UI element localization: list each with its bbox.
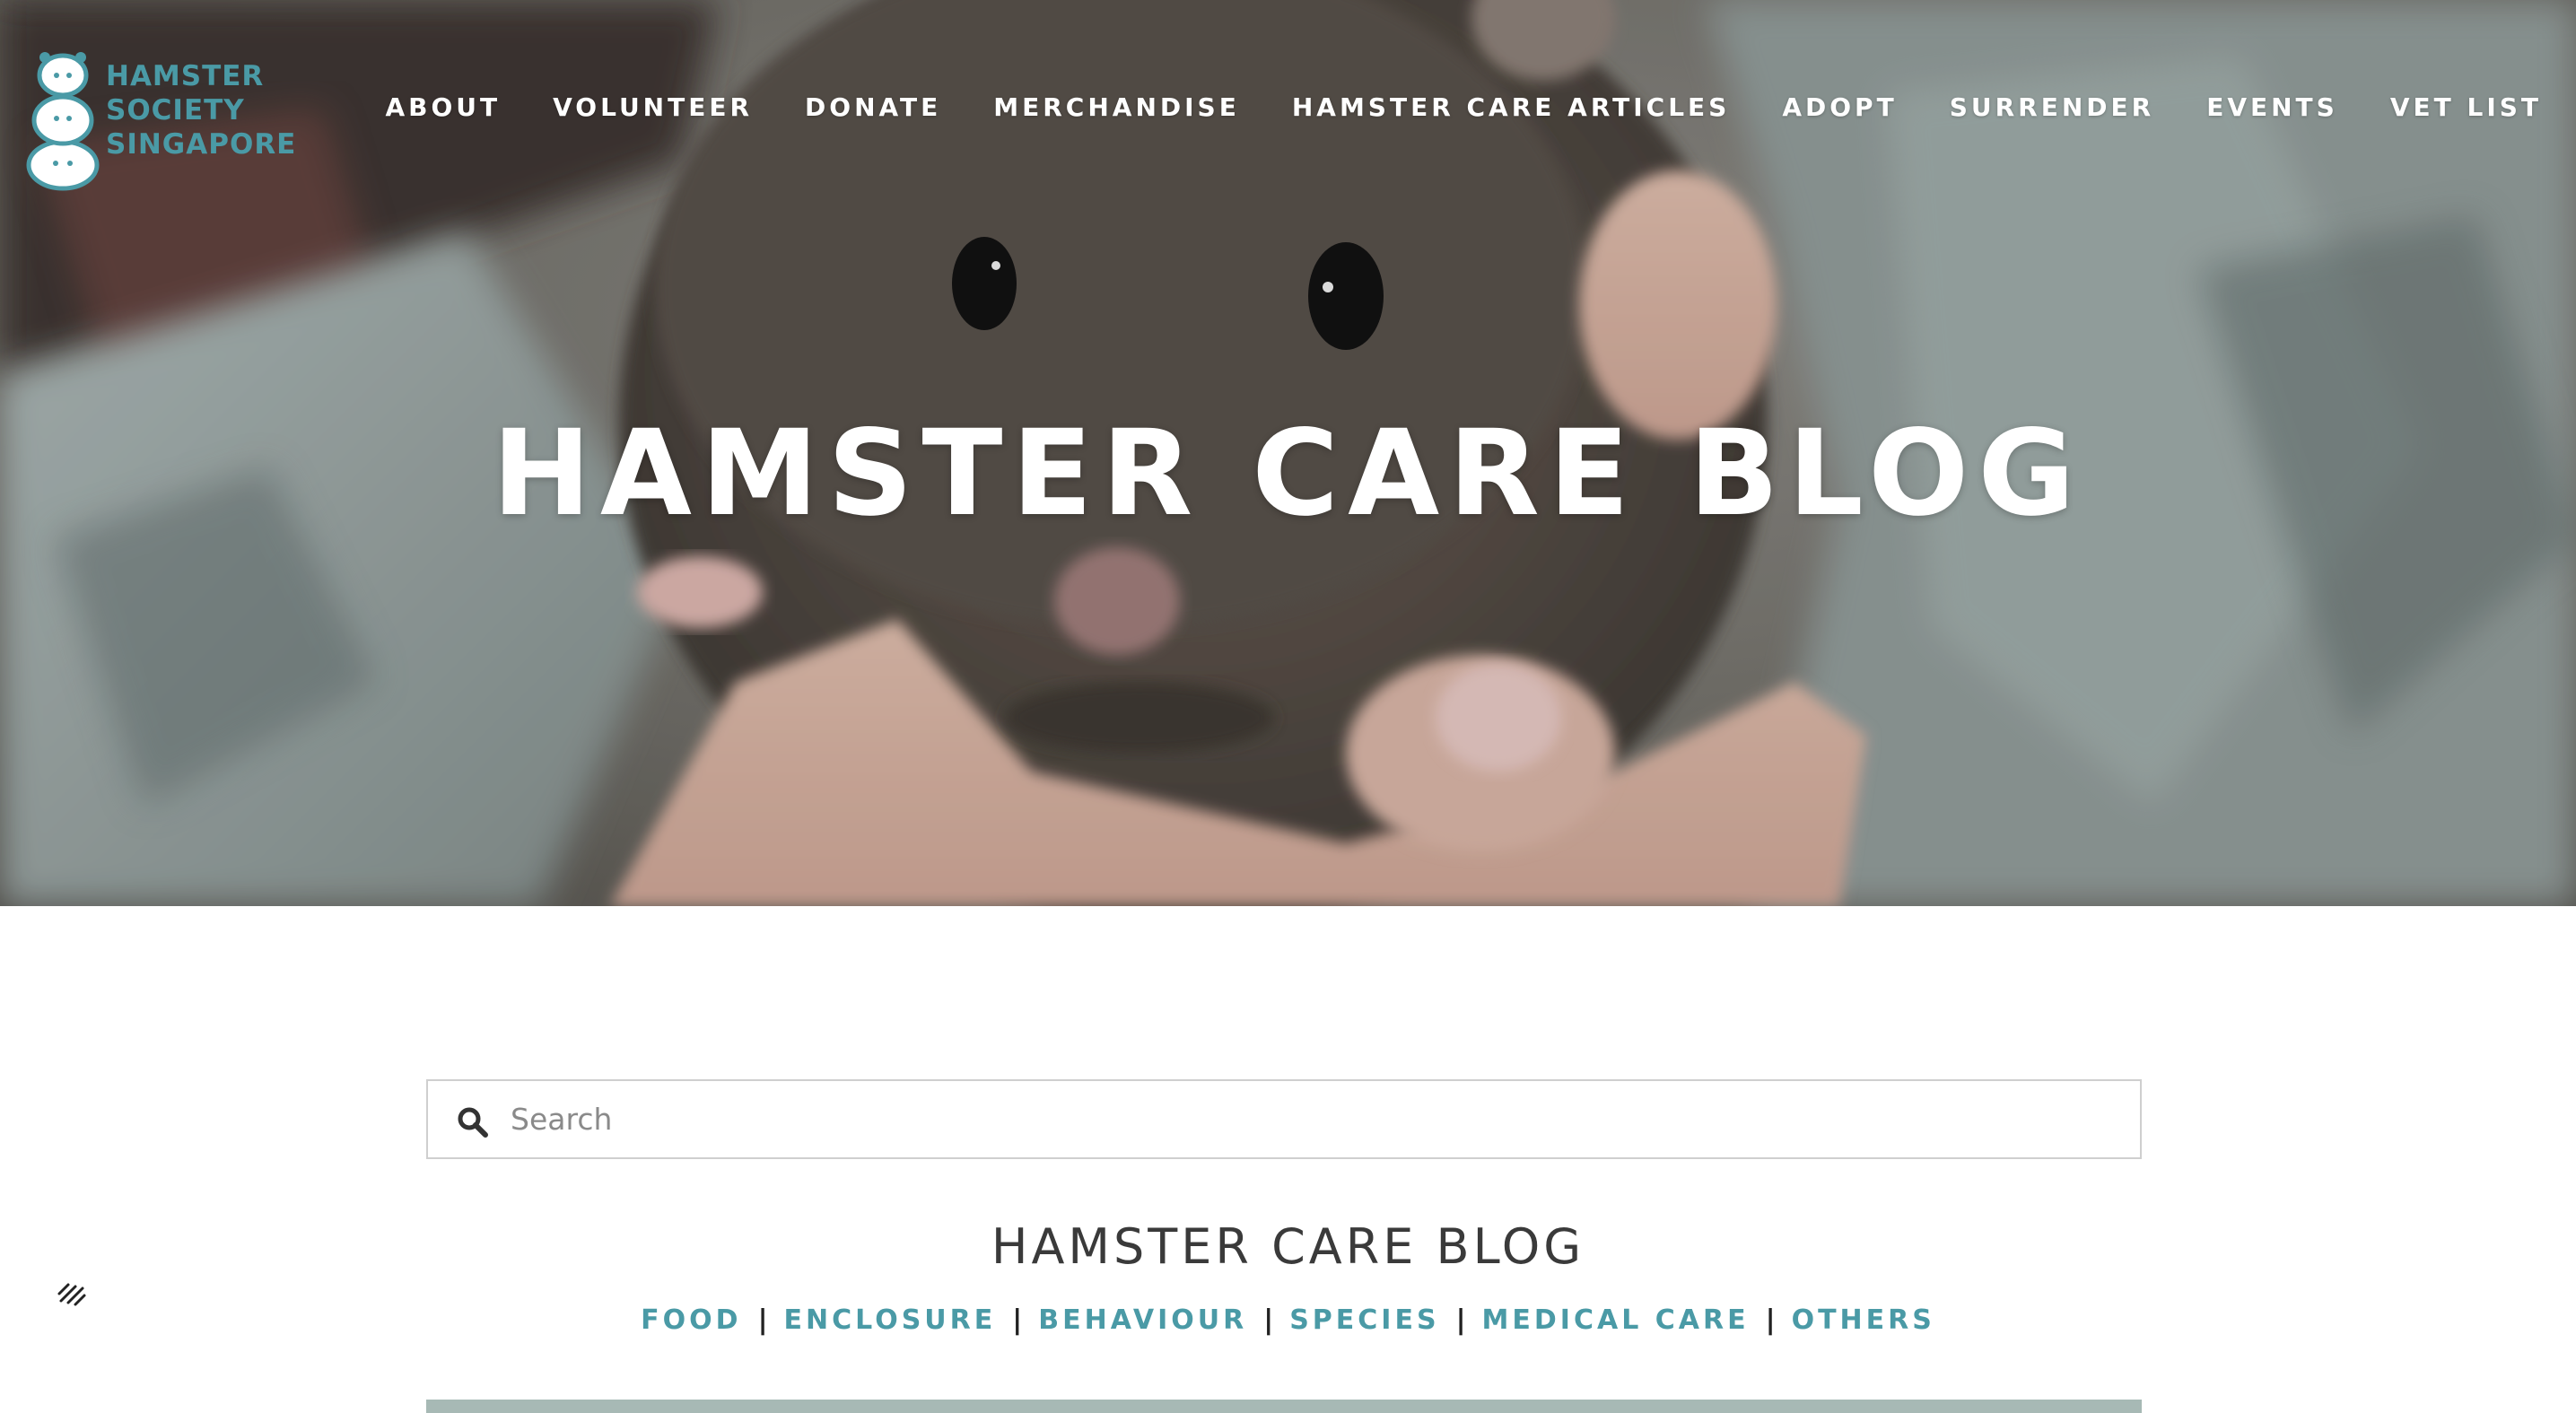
category-separator: | <box>1455 1304 1466 1336</box>
category-separator: | <box>1263 1304 1274 1336</box>
nav-merchandise[interactable]: MERCHANDISE <box>993 92 1240 122</box>
category-separator: | <box>1012 1304 1023 1336</box>
category-food[interactable]: FOOD <box>641 1304 741 1336</box>
category-separator: | <box>1765 1304 1776 1336</box>
search-icon <box>458 1107 488 1138</box>
nav-donate[interactable]: DONATE <box>805 92 941 122</box>
squarespace-logo-icon[interactable] <box>54 1281 90 1308</box>
search-input[interactable] <box>509 1081 2115 1157</box>
search-box[interactable] <box>426 1079 2142 1159</box>
main-nav: ABOUT VOLUNTEER DONATE MERCHANDISE HAMST… <box>333 92 2542 122</box>
logo-line-3: SINGAPORE <box>106 128 297 161</box>
category-separator: | <box>757 1304 768 1336</box>
nav-about[interactable]: ABOUT <box>385 92 501 122</box>
logo-line-2: SOCIETY <box>106 94 245 126</box>
first-post-image-edge[interactable] <box>426 1400 2142 1413</box>
category-enclosure[interactable]: ENCLOSURE <box>784 1304 997 1336</box>
hero-title: HAMSTER CARE BLOG <box>492 405 2084 543</box>
site-logo[interactable]: HAMSTER SOCIETY SINGAPORE <box>25 31 296 192</box>
category-filter-bar: FOOD | ENCLOSURE | BEHAVIOUR | SPECIES | MEDICAL… <box>0 1299 2576 1342</box>
category-others[interactable]: OTHERS <box>1792 1304 1935 1336</box>
nav-hamster-care-articles[interactable]: HAMSTER CARE ARTICLES <box>1292 92 1731 122</box>
nav-events[interactable]: EVENTS <box>2206 92 2338 122</box>
blog-heading: HAMSTER CARE BLOG <box>991 1218 1585 1275</box>
logo-wordmark: HAMSTER SOCIETY SINGAPORE <box>106 59 296 161</box>
nav-volunteer[interactable]: VOLUNTEER <box>553 92 753 122</box>
logo-line-1: HAMSTER <box>106 60 265 92</box>
nav-surrender[interactable]: SURRENDER <box>1950 92 2155 122</box>
category-medical-care[interactable]: MEDICAL CARE <box>1482 1304 1750 1336</box>
nav-adopt[interactable]: ADOPT <box>1782 92 1897 122</box>
category-behaviour[interactable]: BEHAVIOUR <box>1038 1304 1247 1336</box>
hamster-stack-logo-icon <box>26 52 100 191</box>
category-species[interactable]: SPECIES <box>1289 1304 1439 1336</box>
nav-vet-list[interactable]: VET LIST <box>2390 92 2542 122</box>
